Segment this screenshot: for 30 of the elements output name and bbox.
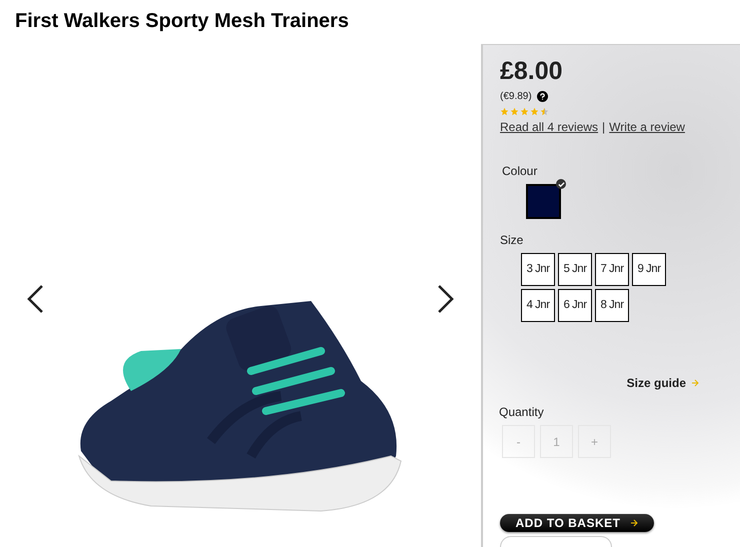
star-icon: [500, 107, 509, 116]
size-option[interactable]: 6 Jnr: [558, 289, 592, 322]
star-icon: [510, 107, 519, 116]
colour-swatch[interactable]: [526, 184, 561, 219]
size-guide-link[interactable]: Size guide: [626, 374, 686, 392]
quantity-label: Quantity: [499, 404, 545, 421]
size-option[interactable]: 8 Jnr: [595, 289, 629, 322]
star-icon: [540, 107, 549, 116]
check-icon: [556, 179, 566, 189]
size-option[interactable]: 9 Jnr: [632, 253, 666, 286]
size-option[interactable]: 5 Jnr: [558, 253, 592, 286]
star-icon: [530, 107, 539, 116]
read-reviews-link[interactable]: Read all 4 reviews: [500, 118, 598, 136]
euro-price: (€9.89): [500, 90, 532, 104]
product-title: First Walkers Sporty Mesh Trainers: [15, 9, 349, 34]
help-icon[interactable]: [536, 91, 548, 102]
size-option[interactable]: 3 Jnr: [521, 253, 555, 286]
colour-label: Colour: [502, 163, 538, 180]
write-review-link[interactable]: Write a review: [609, 118, 685, 136]
price: £8.00: [500, 59, 564, 84]
add-to-basket-button[interactable]: ADD TO BASKET: [500, 514, 654, 532]
arrow-right-icon: [691, 379, 699, 387]
separator: |: [602, 119, 606, 136]
chevron-right-icon[interactable]: [437, 284, 455, 314]
size-label: Size: [500, 232, 524, 249]
size-option[interactable]: 7 Jnr: [595, 253, 629, 286]
size-option[interactable]: 4 Jnr: [521, 289, 555, 322]
arrow-right-icon: [630, 519, 638, 527]
star-icon: [520, 107, 529, 116]
chevron-left-icon[interactable]: [26, 284, 44, 314]
